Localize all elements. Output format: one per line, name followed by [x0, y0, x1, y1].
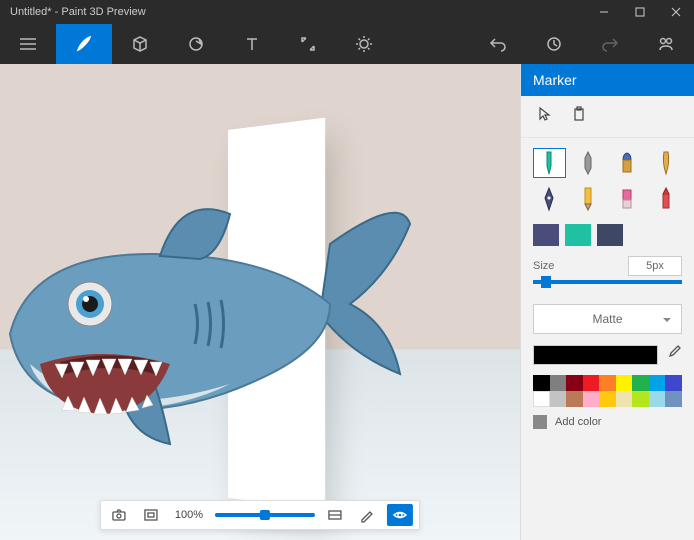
zoom-level: 100% [171, 509, 207, 521]
brush-pen[interactable] [572, 148, 605, 178]
select-tool-icon[interactable] [537, 106, 553, 127]
zoom-slider[interactable] [215, 513, 315, 517]
brush-nib[interactable] [533, 184, 566, 214]
maximize-button[interactable] [622, 0, 658, 24]
eyedropper-icon[interactable] [666, 344, 682, 365]
tool-text[interactable] [224, 24, 280, 64]
palette-swatch[interactable] [649, 375, 666, 391]
tool-brushes[interactable] [56, 24, 112, 64]
palette-swatch[interactable] [533, 375, 550, 391]
recent-swatch[interactable] [533, 224, 559, 246]
undo-button[interactable] [470, 24, 526, 64]
brush-crayon[interactable] [649, 184, 682, 214]
palette-swatch[interactable] [583, 375, 600, 391]
pencil-mode-icon[interactable] [355, 503, 379, 527]
size-input[interactable]: 5px [628, 256, 682, 276]
palette-swatch[interactable] [665, 375, 682, 391]
tool-stickers[interactable] [168, 24, 224, 64]
color-palette [521, 375, 694, 407]
palette-swatch[interactable] [632, 375, 649, 391]
palette-swatch[interactable] [616, 375, 633, 391]
palette-swatch[interactable] [566, 391, 583, 407]
recent-colors [521, 220, 694, 256]
camera-icon[interactable] [107, 503, 131, 527]
palette-swatch[interactable] [583, 391, 600, 407]
titlebar: Untitled* - Paint 3D Preview [0, 0, 694, 24]
palette-swatch[interactable] [550, 375, 567, 391]
tool-3d-shapes[interactable] [112, 24, 168, 64]
window-title: Untitled* - Paint 3D Preview [10, 6, 586, 18]
palette-swatch[interactable] [566, 375, 583, 391]
palette-swatch[interactable] [533, 391, 550, 407]
remix-button[interactable] [638, 24, 694, 64]
palette-swatch[interactable] [632, 391, 649, 407]
main-toolbar [0, 24, 694, 64]
fit-screen-icon[interactable] [139, 503, 163, 527]
grid-icon[interactable] [323, 503, 347, 527]
redo-button[interactable] [582, 24, 638, 64]
brush-eraser[interactable] [611, 184, 644, 214]
view-toolbar: 100% [100, 500, 420, 530]
palette-swatch[interactable] [599, 375, 616, 391]
side-panel: Marker Size 5p [520, 64, 694, 540]
tool-effects[interactable] [336, 24, 392, 64]
material-select[interactable]: Matte [533, 304, 682, 334]
recent-swatch[interactable] [597, 224, 623, 246]
add-color-swatch-icon [533, 415, 547, 429]
palette-swatch[interactable] [649, 391, 666, 407]
close-button[interactable] [658, 0, 694, 24]
brush-oil[interactable] [611, 148, 644, 178]
brush-picker [521, 138, 694, 220]
canvas-area[interactable]: 100% [0, 64, 520, 540]
size-label: Size [533, 260, 554, 272]
current-color[interactable] [533, 345, 658, 365]
shark-3d-model [0, 164, 430, 464]
palette-swatch[interactable] [599, 391, 616, 407]
add-color-button[interactable]: Add color [521, 407, 694, 437]
history-button[interactable] [526, 24, 582, 64]
minimize-button[interactable] [586, 0, 622, 24]
palette-swatch[interactable] [550, 391, 567, 407]
hamburger-menu[interactable] [0, 24, 56, 64]
brush-marker[interactable] [533, 148, 566, 178]
panel-title: Marker [521, 64, 694, 96]
palette-swatch[interactable] [616, 391, 633, 407]
size-slider[interactable] [533, 280, 682, 284]
recent-swatch[interactable] [565, 224, 591, 246]
add-color-label: Add color [555, 416, 601, 428]
brush-calligraphy[interactable] [649, 148, 682, 178]
brush-pencil[interactable] [572, 184, 605, 214]
material-value: Matte [592, 312, 622, 326]
paste-icon[interactable] [571, 106, 587, 127]
palette-swatch[interactable] [665, 391, 682, 407]
tool-canvas[interactable] [280, 24, 336, 64]
view-3d-toggle[interactable] [387, 504, 413, 526]
